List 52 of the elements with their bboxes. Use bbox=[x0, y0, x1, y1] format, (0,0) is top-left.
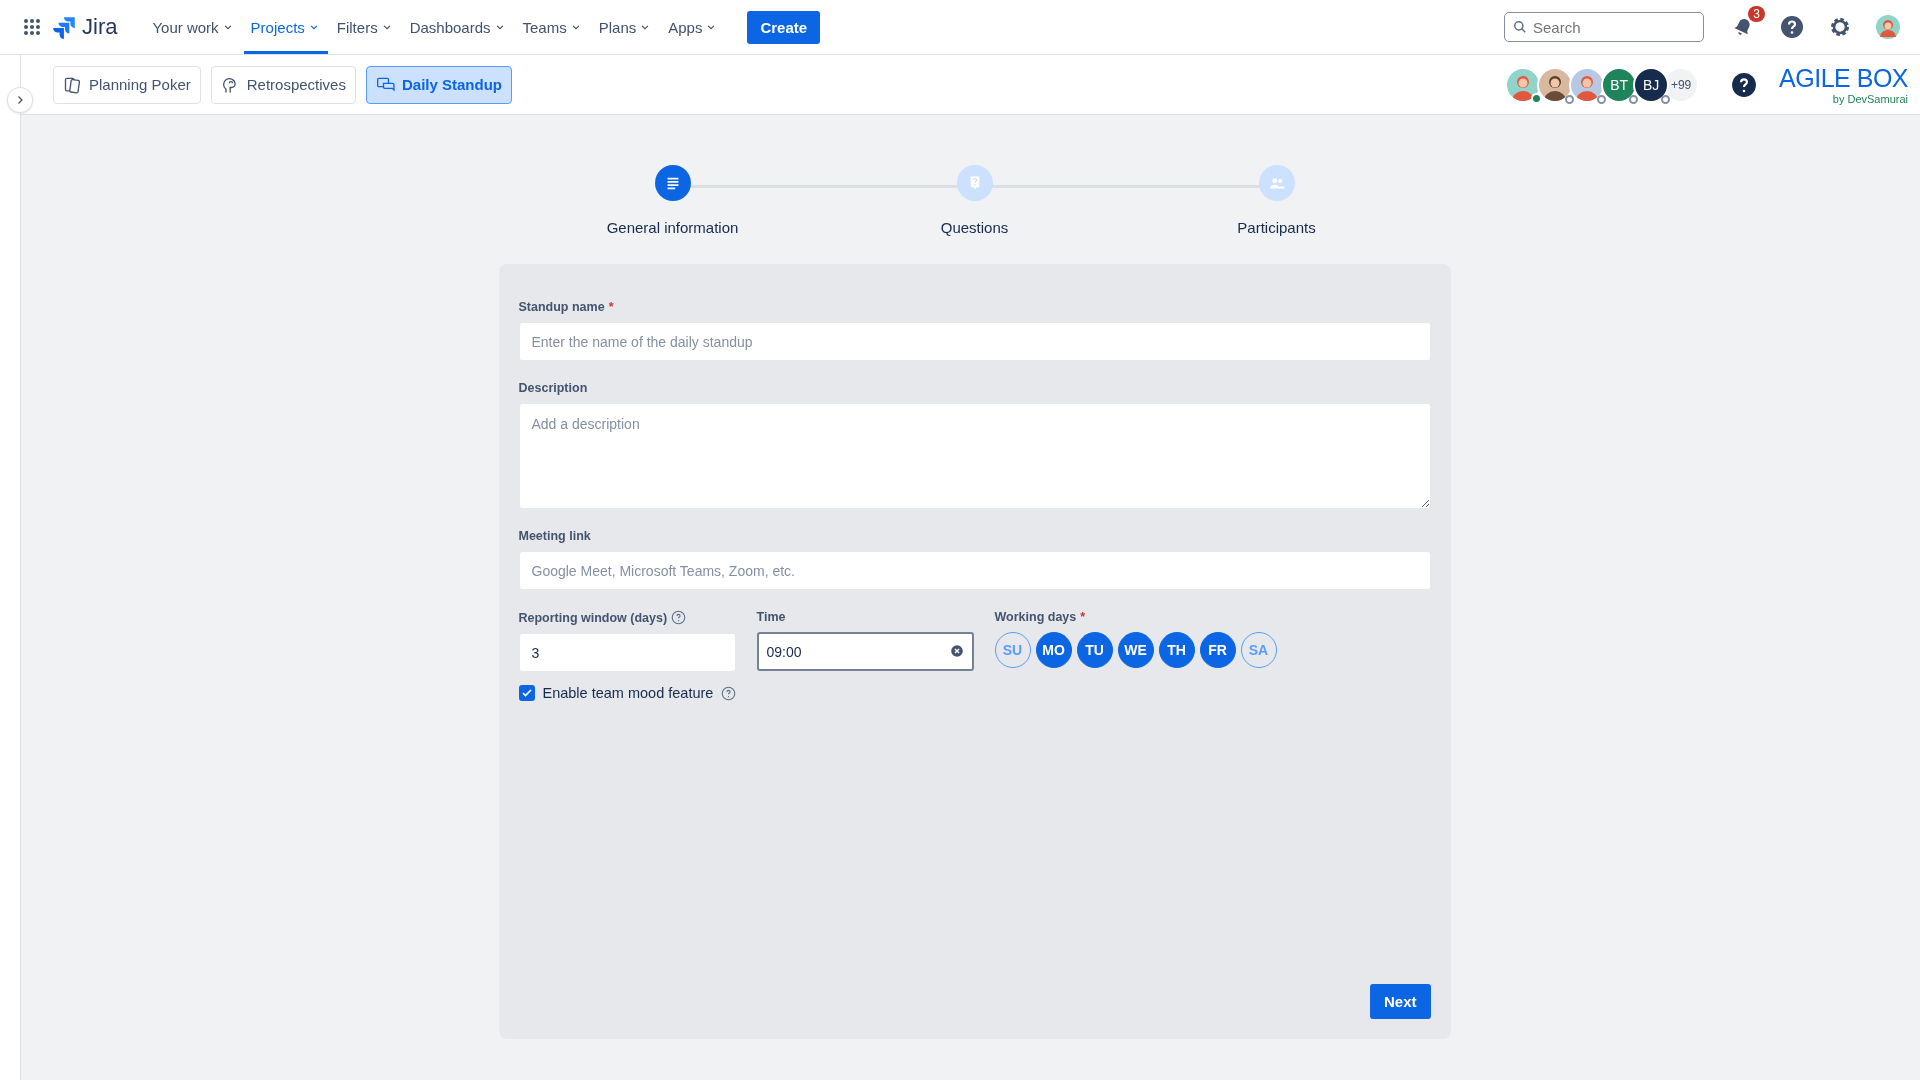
weekday-toggle[interactable]: FR bbox=[1199, 632, 1236, 668]
notification-badge: 3 bbox=[1748, 6, 1765, 22]
more-participants-count[interactable]: +99 bbox=[1665, 68, 1698, 101]
search-icon bbox=[1513, 20, 1527, 34]
app-tab[interactable]: Planning Poker bbox=[53, 65, 201, 104]
participant-avatar[interactable] bbox=[1569, 66, 1606, 103]
nav-menu-item[interactable]: Apps bbox=[661, 0, 726, 54]
product-name: Jira bbox=[82, 14, 118, 40]
jira-logo-icon bbox=[52, 14, 78, 40]
weekday-toggle[interactable]: TU bbox=[1076, 632, 1113, 668]
weekday-toggle[interactable]: MO bbox=[1035, 632, 1072, 668]
brand-byline: by DevSamurai bbox=[1832, 93, 1908, 105]
settings-icon[interactable] bbox=[1828, 15, 1852, 39]
field-label: Standup name bbox=[518, 300, 605, 314]
participant-avatar[interactable]: BJ bbox=[1633, 66, 1670, 103]
field-label: Reporting window (days) bbox=[518, 610, 668, 625]
create-button[interactable]: Create bbox=[747, 10, 821, 44]
nav-menu-item[interactable]: Teams bbox=[515, 0, 590, 54]
number-field[interactable]: 3 bbox=[518, 633, 736, 672]
text-field[interactable]: Enter the name of the daily standup bbox=[518, 322, 1431, 361]
help-icon[interactable] bbox=[1731, 71, 1758, 98]
step-label: Participants bbox=[1237, 219, 1316, 236]
step-label: Questions bbox=[940, 219, 1009, 236]
user-avatar-icon[interactable] bbox=[1876, 15, 1900, 39]
field-label: Meeting link bbox=[518, 529, 591, 543]
nav-menu-item[interactable]: Filters bbox=[329, 0, 401, 54]
nav-menu-item[interactable]: Your work bbox=[145, 0, 242, 54]
nav-menu-item[interactable]: Plans bbox=[591, 0, 660, 54]
description-field[interactable]: Add a description bbox=[518, 403, 1431, 509]
field-label: Time bbox=[756, 610, 786, 624]
brand-title: AGILE BOX bbox=[1779, 64, 1908, 93]
checkbox-label: Enable team mood feature bbox=[542, 685, 714, 701]
required-asterisk: * bbox=[608, 300, 614, 314]
nav-menu-item[interactable]: Dashboards bbox=[402, 0, 514, 54]
required-asterisk: * bbox=[1080, 610, 1086, 624]
app-tab[interactable]: Retrospectives bbox=[210, 65, 356, 104]
checkmark-icon bbox=[520, 687, 533, 699]
participant-avatar[interactable]: BT bbox=[1601, 66, 1638, 103]
participant-avatar[interactable] bbox=[1537, 66, 1574, 103]
weekday-toggle[interactable]: WE bbox=[1117, 632, 1154, 668]
time-field[interactable]: 09:00 bbox=[756, 632, 974, 671]
app-tab[interactable]: Daily Standup bbox=[365, 65, 512, 104]
next-button[interactable]: Next bbox=[1370, 984, 1431, 1019]
step-label: General information bbox=[606, 219, 739, 236]
help-icon[interactable] bbox=[1780, 15, 1804, 39]
weekday-toggle[interactable]: TH bbox=[1158, 632, 1195, 668]
text-field[interactable]: Google Meet, Microsoft Teams, Zoom, etc. bbox=[518, 551, 1431, 590]
clear-icon[interactable] bbox=[949, 644, 964, 658]
search-field[interactable]: Search bbox=[1504, 12, 1704, 42]
checkbox[interactable] bbox=[518, 685, 535, 701]
field-label: Working days bbox=[994, 610, 1077, 624]
field-label: Description bbox=[518, 381, 588, 395]
